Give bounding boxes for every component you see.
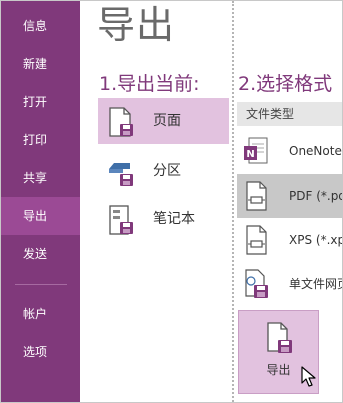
sidebar-item-export[interactable]: 导出 — [1, 197, 80, 235]
onenote-icon: N — [244, 137, 268, 164]
sidebar-item-send[interactable]: 发送 — [1, 235, 80, 273]
export-option-section[interactable]: 分区 — [98, 148, 229, 194]
format-item-onenote-label: OneNote — [289, 144, 342, 158]
export-option-section-label: 分区 — [153, 163, 181, 179]
format-item-webpage-label: 单文件网页 — [289, 277, 342, 291]
export-save-icon — [267, 322, 292, 353]
export-option-notebook[interactable]: 笔记本 — [98, 196, 229, 242]
sidebar-item-account[interactable]: 帐户 — [1, 295, 80, 333]
export-option-notebook-label: 笔记本 — [153, 211, 195, 227]
select-format-heading: 2.选择格式 — [238, 73, 333, 95]
sidebar-item-new[interactable]: 新建 — [1, 45, 80, 83]
page-title: 导出 — [97, 3, 176, 47]
column-divider — [232, 1, 234, 402]
sidebar-item-options[interactable]: 选项 — [1, 333, 80, 371]
page-icon — [109, 107, 133, 137]
sidebar-item-info[interactable]: 信息 — [1, 7, 80, 45]
sidebar: 信息 新建 打开 打印 共享 导出 发送 帐户 选项 — [1, 1, 80, 402]
format-item-onenote[interactable]: N OneNote — [237, 129, 342, 173]
pdf-icon — [246, 181, 267, 211]
export-backstage: 信息 新建 打开 打印 共享 导出 发送 帐户 选项 导出 1.导出当前: 页面 — [0, 0, 343, 403]
format-item-pdf-label: PDF (*.pdf) — [289, 189, 342, 203]
format-item-webpage[interactable]: 单文件网页 — [237, 262, 342, 306]
format-item-pdf[interactable]: PDF (*.pdf) — [237, 174, 342, 218]
mouse-cursor-icon — [301, 366, 316, 387]
section-icon — [109, 163, 133, 186]
export-current-heading: 1.导出当前: — [99, 73, 200, 95]
sidebar-item-share[interactable]: 共享 — [1, 159, 80, 197]
export-option-page-label: 页面 — [153, 113, 181, 129]
svg-text:N: N — [246, 149, 254, 160]
webpage-icon — [245, 269, 268, 298]
sidebar-item-open[interactable]: 打开 — [1, 83, 80, 121]
export-option-page[interactable]: 页面 — [98, 98, 229, 144]
sidebar-divider — [15, 284, 67, 285]
file-type-header: 文件类型 — [237, 102, 342, 126]
file-type-header-label: 文件类型 — [246, 107, 295, 121]
sidebar-item-print[interactable]: 打印 — [1, 121, 80, 159]
notebook-icon — [109, 205, 133, 235]
xps-icon — [246, 225, 267, 255]
format-item-xps[interactable]: XPS (*.xps) — [237, 218, 342, 262]
format-item-xps-label: XPS (*.xps) — [289, 233, 342, 247]
